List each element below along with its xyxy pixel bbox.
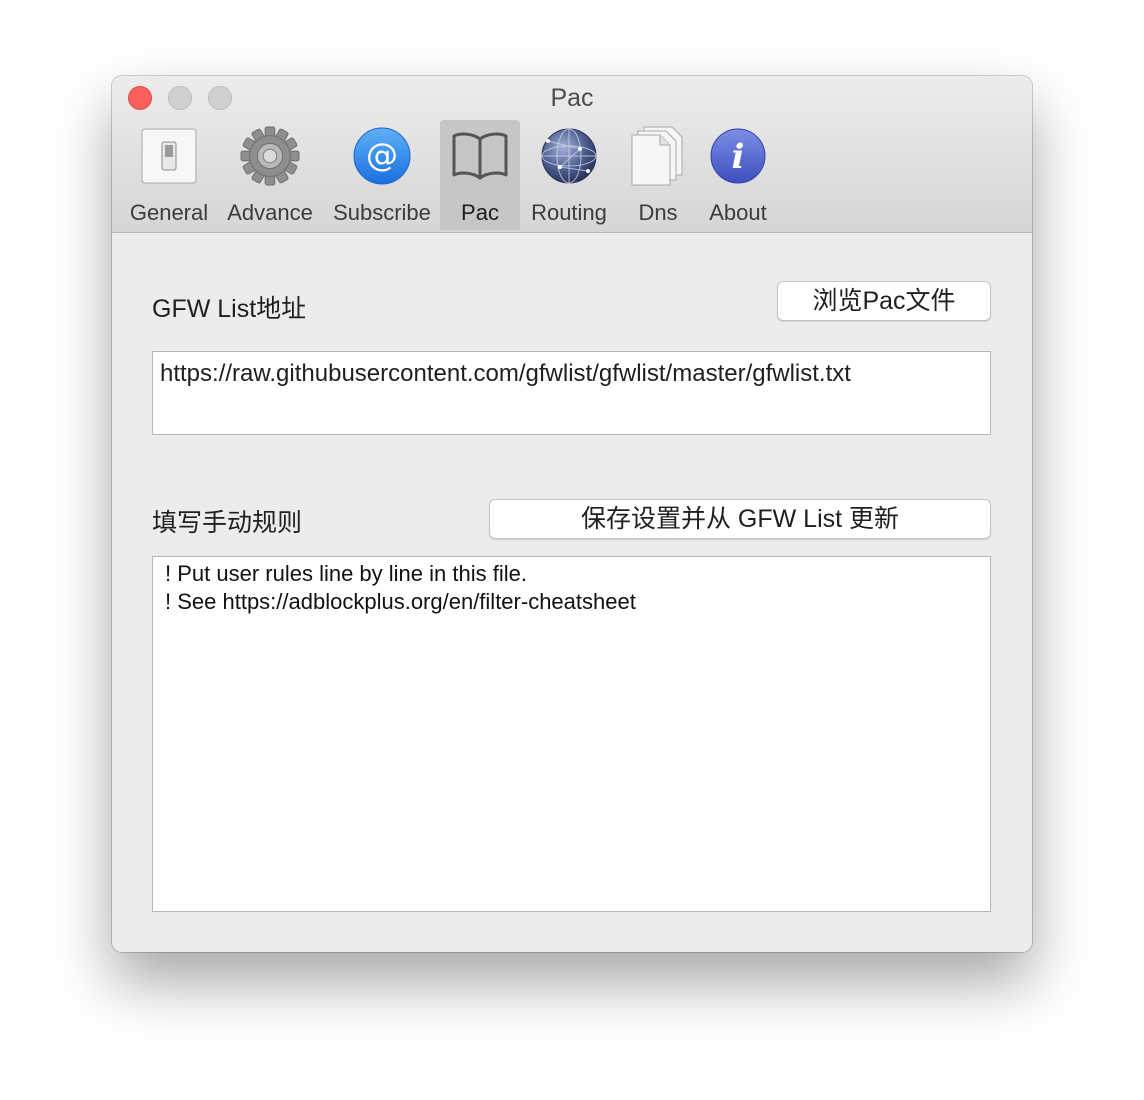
tab-pac[interactable]: Pac: [440, 120, 520, 230]
tab-routing[interactable]: Routing: [520, 120, 618, 230]
tab-label: Dns: [638, 200, 678, 225]
tab-subscribe[interactable]: @ Subscribe: [324, 120, 440, 230]
preferences-window: Pac General Advance @ Subscribe Pac Rout…: [112, 76, 1032, 952]
globe-network-icon: [539, 126, 599, 186]
documents-icon: [628, 126, 688, 186]
tab-label: Advance: [227, 200, 313, 225]
preferences-toolbar: General Advance @ Subscribe Pac Routing …: [122, 120, 778, 232]
window-title: Pac: [550, 84, 594, 112]
browse-pac-file-button[interactable]: 浏览Pac文件: [777, 281, 991, 321]
tab-dns[interactable]: Dns: [618, 120, 698, 230]
tab-label: Subscribe: [333, 200, 431, 225]
book-icon: [450, 126, 510, 186]
gear-icon: [240, 126, 300, 186]
user-rules-line: ! Put user rules line by line in this fi…: [165, 561, 527, 586]
pac-settings-panel: GFW List地址 浏览Pac文件 https://raw.githubuse…: [112, 233, 1032, 952]
tab-label: Pac: [461, 200, 499, 225]
gfw-list-url-value: https://raw.githubusercontent.com/gfwlis…: [160, 360, 851, 387]
tab-about[interactable]: i About: [698, 120, 778, 230]
gfw-list-label: GFW List地址: [152, 295, 307, 323]
switch-icon: [139, 126, 199, 186]
tab-label: General: [129, 200, 209, 225]
info-icon: i: [708, 126, 768, 186]
user-rules-line: ! See https://adblockplus.org/en/filter-…: [165, 589, 636, 614]
title-bar: Pac General Advance @ Subscribe Pac Rout…: [112, 76, 1032, 233]
user-rules-textarea[interactable]: ! Put user rules line by line in this fi…: [152, 556, 991, 912]
at-sign-icon: @: [352, 126, 412, 186]
svg-text:i: i: [732, 137, 745, 177]
save-and-update-button[interactable]: 保存设置并从 GFW List 更新: [489, 499, 991, 539]
tab-advance[interactable]: Advance: [216, 120, 324, 230]
svg-text:@: @: [366, 136, 398, 174]
tab-general[interactable]: General: [122, 120, 216, 230]
gfw-list-url-input[interactable]: https://raw.githubusercontent.com/gfwlis…: [152, 351, 991, 435]
tab-label: About: [709, 200, 767, 225]
manual-rules-label: 填写手动规则: [152, 509, 303, 537]
tab-label: Routing: [531, 200, 607, 225]
